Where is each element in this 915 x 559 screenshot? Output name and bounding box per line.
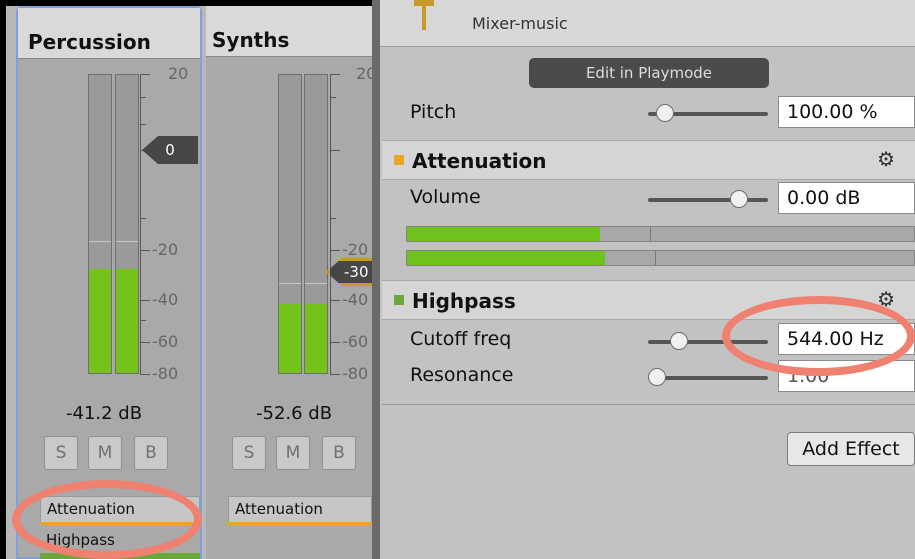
add-effect-button[interactable]: Add Effect [787,432,915,466]
scale-tick [330,74,340,75]
meter-fill [279,304,301,373]
resonance-slider-knob[interactable] [648,368,666,386]
level-meter-right [304,74,328,374]
volume-slider-knob[interactable] [730,190,748,208]
peak-marker [279,282,301,284]
strip-header: Synths [206,6,372,57]
pitch-value-field[interactable]: 100.00 % [778,96,915,128]
strip-title: Synths [212,28,290,52]
level-marker [655,251,657,265]
scale-label: 20 [356,64,372,83]
scale-label: -60 [342,332,369,351]
gear-icon[interactable]: ⚙ [877,147,895,171]
fader-value: 0 [165,141,175,159]
pitch-slider-knob[interactable] [656,104,674,122]
meter-fill [89,268,111,373]
strip-title: Percussion [28,30,151,54]
section-title: Highpass [412,289,516,313]
level-meter-right [115,74,139,374]
edit-in-playmode-button[interactable]: Edit in Playmode [529,58,769,88]
highlight-annotation [12,480,202,559]
scale-tick [140,74,150,75]
scale-tick [140,342,150,343]
scale-tick [330,342,340,343]
scale-label: -80 [342,364,369,383]
volume-label: Volume [410,186,481,208]
scale-label: -20 [152,240,179,259]
meter-fill [305,304,327,373]
level-fill [407,227,600,241]
scale-tick [140,250,150,251]
section-title: Attenuation [412,149,547,173]
scale-axis [140,74,141,374]
volume-slider[interactable] [648,198,768,202]
inspector-header: Mixer-music [380,0,915,47]
scale-label: -80 [152,364,179,383]
level-meter-left [278,74,302,374]
scale-tick [140,97,146,98]
scale-tick [330,250,340,251]
scale-label: -20 [342,240,369,259]
fader-value: -30 [330,261,372,283]
bypass-button[interactable]: B [322,436,356,470]
strip-header: Percussion [18,8,200,59]
scale-tick [140,300,150,301]
level-readout: -52.6 dB [256,403,333,424]
output-level-bar-left [406,226,915,242]
scale-label: -40 [152,290,179,309]
scale-tick [330,300,340,301]
scale-label: -40 [342,290,369,309]
inspector-title: Mixer-music [472,14,568,33]
solo-button[interactable]: S [44,436,78,470]
resonance-slider[interactable] [648,376,768,380]
output-level-bar-right [406,250,915,266]
effect-slot-attenuation[interactable]: Attenuation [228,496,372,524]
attenuation-section-header[interactable]: Attenuation ⚙ [382,140,915,180]
level-marker [650,227,652,241]
highlight-annotation [722,296,915,376]
peak-marker [116,240,138,242]
scale-axis [330,74,331,374]
mute-button[interactable]: M [276,436,310,470]
scale-tick [140,218,146,219]
scale-tick [330,97,336,98]
scale-tick [140,124,146,125]
mixer-icon [414,0,434,6]
resonance-label: Resonance [410,364,514,386]
bypass-button[interactable]: B [134,436,168,470]
peak-marker [305,282,327,284]
scale-label: -60 [152,332,179,351]
level-fill [407,251,605,265]
scale-tick [330,374,340,375]
scale-tick [140,374,150,375]
scale-tick [330,150,340,151]
level-readout: -41.2 dB [66,403,143,424]
effect-label: Attenuation [235,500,323,518]
meter-fill [116,268,138,373]
scale-tick [330,218,336,219]
cutoff-freq-label: Cutoff freq [410,328,512,350]
effect-color-bar [228,522,372,525]
solo-button[interactable]: S [232,436,266,470]
pitch-label: Pitch [410,101,457,123]
scale-label: 20 [168,64,189,83]
scale-tick [140,320,146,321]
section-divider [382,404,915,405]
mute-button[interactable]: M [88,436,122,470]
cutoff-slider-knob[interactable] [670,332,688,350]
volume-value-field[interactable]: 0.00 dB [778,182,915,214]
effect-color-square [394,295,404,305]
peak-marker [89,240,111,242]
level-meter-left [88,74,112,374]
effect-color-square [394,155,404,165]
